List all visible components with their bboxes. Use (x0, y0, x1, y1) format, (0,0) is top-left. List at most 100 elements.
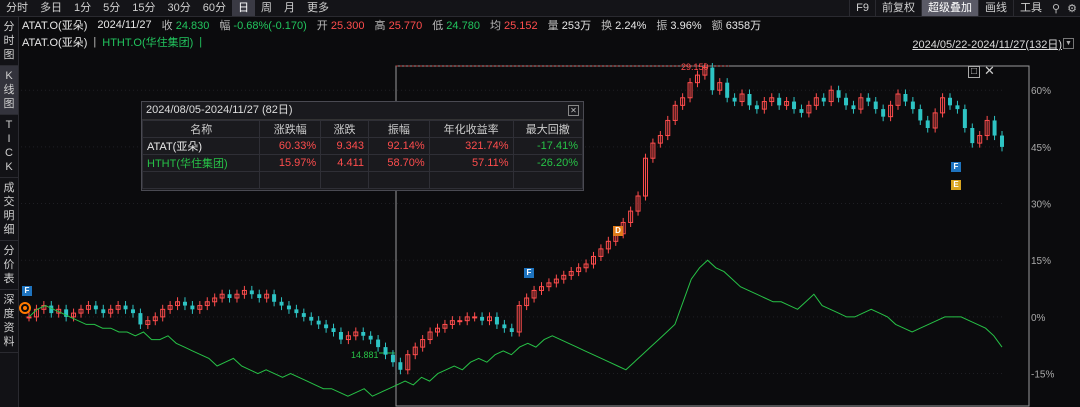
stats-cell: 58.70% (368, 154, 430, 172)
candle-body (331, 328, 336, 332)
stats-cell (141, 171, 261, 189)
side-tab-1[interactable]: K线图 (0, 66, 18, 115)
candle-body (925, 120, 930, 128)
period-tab-4[interactable]: 15分 (126, 0, 161, 16)
period-tab-3[interactable]: 5分 (97, 0, 126, 16)
stats-cell: 321.74% (428, 137, 514, 155)
period-tab-5[interactable]: 30分 (162, 0, 197, 16)
toolbar-item-2[interactable]: 超级叠加 (921, 0, 978, 16)
period-tab-8[interactable]: 周 (255, 0, 278, 16)
candle-body (918, 109, 923, 121)
stock-name: ATAT.O(亚朵) (22, 20, 88, 32)
toolbar-right: F9 前复权 超级叠加 画线 工具 (849, 0, 1048, 16)
stats-header-1: 涨跌幅 (259, 120, 322, 138)
candle-body (873, 101, 878, 110)
period-tabs: 分时 多日 1分 5分 15分 30分 60分日周月更多 (0, 0, 335, 16)
event-marker-icon[interactable]: F (22, 286, 32, 296)
toolbar-item-0[interactable]: F9 (849, 0, 875, 16)
turnover-label: 换 (601, 20, 613, 32)
period-tab-9[interactable]: 月 (278, 0, 301, 16)
low-price-label: 14.881 (351, 350, 379, 360)
candle-body (123, 305, 128, 310)
stats-cell (368, 171, 430, 189)
period-tab-0[interactable]: 分时 (0, 0, 34, 16)
candle-body (398, 362, 403, 370)
candle-body (390, 354, 395, 363)
stats-header-2: 涨跌 (320, 120, 369, 138)
period-tab-2[interactable]: 1分 (68, 0, 97, 16)
amplitude-value: 3.96% (670, 20, 702, 32)
toolbar-item-1[interactable]: 前复权 (875, 0, 921, 16)
candle-body (383, 347, 388, 355)
y-tick-label: -15% (1031, 370, 1054, 381)
candle-body (26, 316, 32, 319)
stats-header-0: 名称 (141, 120, 261, 138)
y-tick-label: 0% (1031, 313, 1046, 324)
side-tab-2[interactable]: TICK (0, 115, 18, 178)
stats-header-5: 最大回撤 (512, 120, 584, 138)
y-tick-label: 15% (1031, 256, 1051, 267)
candle-body (472, 316, 478, 319)
stats-cell: -26.20% (512, 154, 584, 172)
overlay-legend: ATAT.O(亚朵) | HTHT.O(华住集团) | (22, 34, 202, 50)
candle-body (138, 313, 143, 325)
popup-close-icon[interactable]: ✕ (568, 105, 579, 116)
candle-body (962, 109, 967, 128)
stats-cell: HTHT(华住集团) (141, 154, 261, 172)
candle-body (93, 305, 98, 310)
legend-separator-end: | (199, 36, 203, 48)
stats-row: ATAT(亚朵) 60.33% 9.343 92.14% 321.74% -17.41% (141, 137, 584, 155)
legend-main-series[interactable]: ATAT.O(亚朵) (22, 34, 87, 50)
side-tab-3[interactable]: 成交明细 (0, 178, 18, 241)
candle-body (881, 109, 886, 117)
candle-body (368, 335, 373, 340)
stats-cell: 4.411 (320, 154, 369, 172)
low-label: 低 (432, 20, 444, 32)
side-tab-5[interactable]: 深度资料 (0, 290, 18, 353)
interval-stats-table: 名称 涨跌幅 涨跌 振幅 年化收益率 最大回撤 ATAT(亚朵) 60.33% 9.343 92… (141, 120, 584, 189)
stats-cell: -17.41% (512, 137, 584, 155)
period-tab-1[interactable]: 多日 (34, 0, 68, 16)
maximize-icon[interactable]: □ (968, 66, 980, 78)
candle-body (509, 328, 514, 332)
stats-cell (428, 171, 514, 189)
toolbar-item-4[interactable]: 工具 (1013, 0, 1048, 16)
avg-label: 均 (489, 20, 501, 32)
candle-body (324, 324, 329, 329)
start-point-dot (23, 306, 27, 310)
side-tab-0[interactable]: 分时图 (0, 17, 18, 66)
stats-cell: 92.14% (368, 137, 430, 155)
event-marker-icon[interactable]: F (524, 268, 534, 278)
settings-icon[interactable]: ⚙ (1064, 0, 1080, 16)
turnover-value: 2.24% (615, 20, 647, 32)
event-marker-icon[interactable]: F (951, 162, 961, 172)
legend-separator: | (93, 36, 97, 48)
close-selection-icon[interactable]: ✕ (984, 64, 995, 77)
candle-body (725, 82, 730, 98)
toolbar-item-3[interactable]: 画线 (978, 0, 1013, 16)
stats-cell: 57.11% (428, 154, 514, 172)
change-value: -0.68%(-0.170) (233, 20, 307, 32)
event-marker-icon[interactable]: D (613, 226, 623, 236)
open-label: 开 (316, 20, 328, 32)
side-tab-4[interactable]: 分价表 (0, 241, 18, 290)
event-marker-icon[interactable]: E (951, 180, 961, 190)
candle-body (457, 320, 463, 323)
legend-overlay-series[interactable]: HTHT.O(华住集团) (102, 34, 193, 50)
period-tab-10[interactable]: 更多 (301, 0, 335, 16)
change-label: 幅 (219, 20, 231, 32)
candle-body (821, 97, 826, 102)
date-range-arrow-icon[interactable]: ▼ (1063, 38, 1074, 49)
period-tab-6[interactable]: 60分 (197, 0, 232, 16)
volume-value: 253万 (561, 20, 592, 32)
period-tab-7[interactable]: 日 (232, 0, 255, 16)
candle-body (777, 97, 782, 106)
search-icon[interactable]: ⚲ (1048, 0, 1064, 16)
low-value: 24.780 (446, 20, 480, 32)
stats-cell: 9.343 (320, 137, 369, 155)
candle-body (992, 120, 997, 136)
quote-date: 2024/11/27 (97, 19, 152, 31)
candle-body (502, 324, 507, 329)
stats-cell (259, 171, 322, 189)
stats-header-4: 年化收益率 (428, 120, 514, 138)
